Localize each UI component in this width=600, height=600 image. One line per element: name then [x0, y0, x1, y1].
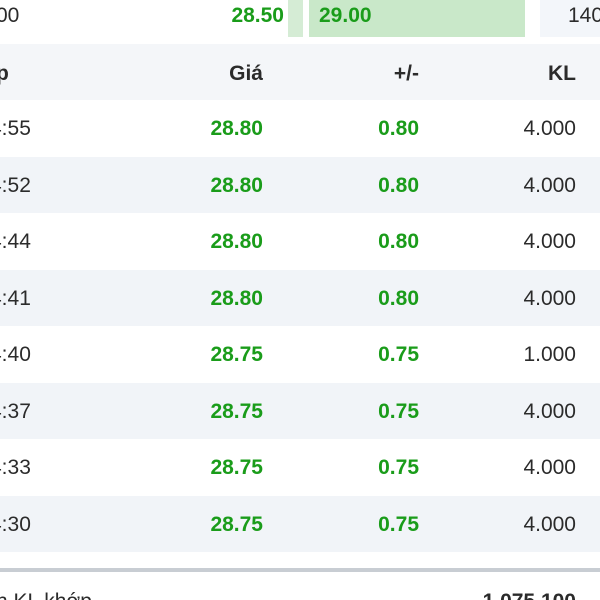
- top-right-value: 140: [540, 0, 600, 37]
- table-row[interactable]: 4:52 28.80 0.80 4.000: [0, 156, 600, 213]
- table-row[interactable]: 4:55 28.80 0.80 4.000: [0, 100, 600, 157]
- trade-table-header: p Giá +/- KL: [0, 44, 600, 100]
- column-header-change[interactable]: +/-: [330, 62, 419, 86]
- trade-history-table: 4:55 28.80 0.80 4.000 4:52 28.80 0.80 4.…: [0, 100, 600, 552]
- trade-time: 4:55: [0, 117, 31, 140]
- trade-volume: 4.000: [523, 286, 576, 310]
- trade-change: 0.75: [378, 456, 419, 479]
- trade-price: 28.80: [210, 173, 263, 197]
- trade-price: 28.80: [210, 286, 263, 310]
- trade-change: 0.75: [378, 399, 419, 423]
- table-row[interactable]: 4:44 28.80 0.80 4.000: [0, 213, 600, 270]
- trade-volume: 4.000: [523, 399, 576, 423]
- table-row[interactable]: 4:30 28.75 0.75 4.000: [0, 495, 600, 552]
- trade-time: 4:41: [0, 286, 31, 310]
- trade-price: 28.80: [210, 117, 263, 140]
- trade-price: 28.75: [210, 456, 263, 479]
- trade-time: 4:37: [0, 399, 31, 423]
- trade-price: 28.75: [210, 343, 263, 366]
- trade-change: 0.80: [378, 173, 419, 197]
- trade-time: 4:33: [0, 456, 31, 479]
- trade-price: 28.80: [210, 230, 263, 253]
- ask-price[interactable]: 29.00: [309, 0, 525, 37]
- trade-time: 4:44: [0, 230, 31, 253]
- trade-price: 28.75: [210, 399, 263, 423]
- table-footer: n KL khớp 1.075.100: [0, 572, 600, 600]
- trade-change: 0.80: [378, 230, 419, 253]
- table-row[interactable]: 4:41 28.80 0.80 4.000: [0, 269, 600, 326]
- trade-change: 0.75: [378, 512, 419, 536]
- column-header-time[interactable]: p: [0, 62, 9, 86]
- trade-volume: 4.000: [523, 117, 576, 140]
- total-volume-label: n KL khớp: [0, 590, 92, 600]
- trade-volume: 4.000: [523, 512, 576, 536]
- column-header-volume[interactable]: KL: [470, 62, 576, 86]
- trade-time: 4:30: [0, 512, 31, 536]
- table-row[interactable]: 4:33 28.75 0.75 4.000: [0, 439, 600, 496]
- column-header-price[interactable]: Giá: [160, 62, 263, 86]
- trade-change: 0.80: [378, 117, 419, 140]
- table-row[interactable]: 4:37 28.75 0.75 4.000: [0, 382, 600, 439]
- trade-change: 0.80: [378, 286, 419, 310]
- trade-price: 28.75: [210, 512, 263, 536]
- trade-volume: 4.000: [523, 173, 576, 197]
- ask-spacer: [525, 0, 540, 37]
- bid-volume-bar: [288, 0, 303, 37]
- total-volume-value: 1.075.100: [440, 590, 576, 600]
- top-left-value: 00: [0, 4, 20, 27]
- trade-volume: 4.000: [523, 456, 576, 479]
- order-book-top-row: 00 28.50 29.00 140: [0, 0, 600, 37]
- trade-time: 4:52: [0, 173, 31, 197]
- trade-volume: 1.000: [523, 343, 576, 366]
- trade-volume: 4.000: [523, 230, 576, 253]
- trade-time: 4:40: [0, 343, 31, 366]
- bid-price[interactable]: 28.50: [180, 0, 288, 37]
- table-row[interactable]: 4:40 28.75 0.75 1.000: [0, 326, 600, 383]
- trade-change: 0.75: [378, 343, 419, 366]
